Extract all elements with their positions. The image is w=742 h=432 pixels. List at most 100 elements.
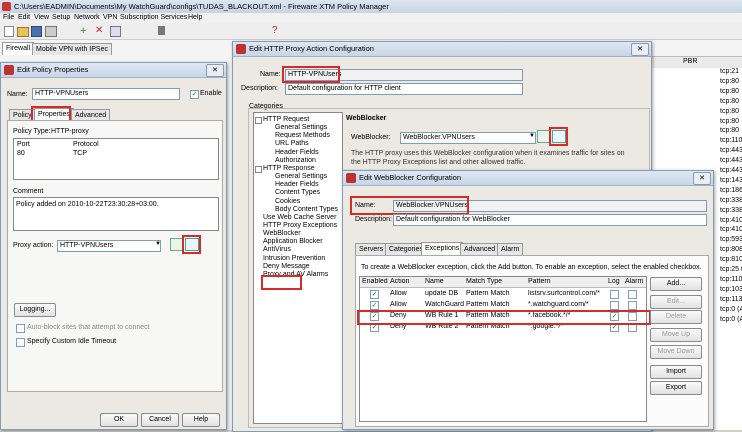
policy-port-item[interactable]: tcp:110 — [720, 137, 742, 144]
policy-port-item[interactable]: tcp:80 — [720, 108, 739, 115]
menu-setup[interactable]: Setup — [52, 14, 70, 21]
tree-item[interactable]: Header Fields — [275, 149, 319, 156]
toolbar-add-icon[interactable]: + — [80, 25, 86, 37]
tree-item[interactable]: Request Methods — [275, 132, 330, 139]
move-down-button[interactable]: Move Down — [650, 345, 702, 359]
menu-view[interactable]: View — [34, 14, 49, 21]
policy-port-item[interactable]: tcp:443 — [720, 157, 742, 164]
tab-firewall[interactable]: Firewall — [2, 42, 35, 55]
policy-port-item[interactable]: tcp:3389 — [720, 207, 742, 214]
policy-port-item[interactable]: tcp:5936 — [720, 236, 742, 243]
comment-field[interactable]: Policy added on 2010-10-22T23:30:28+03:0… — [13, 197, 219, 231]
autoblock-checkbox[interactable] — [16, 324, 25, 333]
menu-network[interactable]: Network — [74, 14, 100, 21]
policy-port-item[interactable]: tcp:1033 — [720, 286, 742, 293]
policy-port-item[interactable]: tcp:8080 — [720, 246, 742, 253]
menu-file[interactable]: File — [3, 14, 14, 21]
policy-port-item[interactable]: tcp:110 — [720, 276, 742, 283]
tree-item[interactable]: Header Fields — [275, 181, 319, 188]
tree-item[interactable]: General Settings — [275, 124, 327, 131]
tab-alarm[interactable]: Alarm — [497, 243, 524, 255]
policy-port-item[interactable]: tcp:25 tcp — [720, 266, 742, 273]
enabled-checkbox[interactable]: ✓ — [370, 301, 379, 310]
policy-port-item[interactable]: tcp:80 — [720, 88, 739, 95]
policy-port-item[interactable]: tcp:1130 ( — [720, 296, 742, 303]
policy-port-item[interactable]: tcp:8100 — [720, 256, 742, 263]
tree-item[interactable]: Use Web Cache Server — [263, 214, 336, 221]
alarm-checkbox[interactable] — [628, 290, 637, 299]
menu-help[interactable]: Help — [188, 14, 202, 21]
policy-port-item[interactable]: tcp:443 — [720, 147, 742, 154]
policy-port-item[interactable]: tcp:1863 — [720, 187, 742, 194]
enable-checkbox[interactable]: ✓ — [190, 90, 199, 99]
add-button[interactable]: Add... — [650, 277, 702, 291]
proxy-desc-field[interactable]: Default configuration for HTTP client — [285, 83, 523, 95]
policy-port-item[interactable]: tcp:1433 — [720, 177, 742, 184]
table-row[interactable]: ✓ Allow WatchGuard Pattern Match *.watchguar… — [360, 300, 646, 310]
policy-port-item[interactable]: tcp:80 — [720, 78, 739, 85]
policy-port-item[interactable]: tcp:0 (An — [720, 306, 742, 313]
tree-item[interactable]: Cookies — [275, 198, 300, 205]
alarm-checkbox[interactable] — [628, 301, 637, 310]
toolbar-delete-icon[interactable]: ✕ — [95, 25, 103, 36]
tree-item[interactable]: HTTP Request — [263, 116, 309, 123]
toolbar-open-icon[interactable] — [17, 27, 29, 37]
toolbar-new-icon[interactable] — [4, 26, 14, 37]
menu-subscription[interactable]: Subscription Services — [120, 14, 187, 21]
table-row[interactable]: ✓ Allow update DB Pattern Match listsrv.surf… — [360, 289, 646, 299]
ok-button[interactable]: OK — [100, 413, 138, 427]
toolbar-print-icon[interactable] — [45, 26, 57, 37]
tree-item[interactable]: Authorization — [275, 157, 316, 164]
log-checkbox[interactable] — [610, 290, 619, 299]
idle-timeout-checkbox[interactable] — [16, 338, 25, 347]
menu-edit[interactable]: Edit — [18, 14, 30, 21]
close-icon[interactable]: ✕ — [206, 64, 224, 77]
policy-port-item[interactable]: tcp:80 — [720, 127, 739, 134]
toolbar-trash-icon[interactable] — [158, 26, 165, 35]
policy-port-item[interactable]: tcp:3389 — [720, 197, 742, 204]
move-up-button[interactable]: Move Up — [650, 328, 702, 342]
policy-port-item[interactable]: tcp:4100 — [720, 217, 742, 224]
wb-desc-field[interactable]: Default configuration for WebBlocker — [393, 214, 707, 226]
policy-port-item[interactable]: tcp:80 — [720, 118, 739, 125]
tab-servers[interactable]: Servers — [355, 243, 388, 255]
tree-item[interactable]: Body Content Types — [275, 206, 338, 213]
webblocker-select[interactable]: WebBlocker.VPNUsers — [400, 132, 536, 144]
policy-name-field[interactable]: HTTP-VPNUsers — [32, 88, 180, 100]
delete-button[interactable]: Delete — [650, 310, 702, 324]
tab-advanced[interactable]: Advanced — [460, 243, 500, 255]
toolbar-help-icon[interactable]: ? — [272, 25, 278, 36]
log-checkbox[interactable] — [610, 301, 619, 310]
tree-item[interactable]: Intrusion Prevention — [263, 255, 325, 262]
chevron-down-icon[interactable]: ▼ — [529, 133, 535, 139]
tree-item[interactable]: AntiVirus — [263, 246, 291, 253]
export-button[interactable]: Export — [650, 381, 702, 395]
tree-item[interactable]: Application Blocker — [263, 238, 323, 245]
tree-item[interactable]: WebBlocker — [263, 230, 301, 237]
import-button[interactable]: Import — [650, 365, 702, 379]
tree-item[interactable]: HTTP Response — [263, 165, 315, 172]
enabled-checkbox[interactable]: ✓ — [370, 290, 379, 299]
edit-button[interactable]: Edit... — [650, 295, 702, 309]
tab-mobile-vpn[interactable]: Mobile VPN with IPSec — [32, 43, 112, 55]
policy-port-item[interactable]: tcp:21 — [720, 68, 739, 75]
policy-port-item[interactable]: tcp:80 — [720, 98, 739, 105]
cancel-button[interactable]: Cancel — [141, 413, 179, 427]
policy-port-item[interactable]: tcp:443 — [720, 167, 742, 174]
toolbar-save-icon[interactable] — [31, 26, 42, 37]
tree-item[interactable]: Content Types — [275, 189, 320, 196]
menu-vpn[interactable]: VPN — [103, 14, 117, 21]
help-button[interactable]: Help — [182, 413, 220, 427]
tree-item[interactable]: General Settings — [275, 173, 327, 180]
proxy-action-select[interactable]: HTTP-VPNUsers — [57, 240, 161, 252]
tree-item[interactable]: HTTP Proxy Exceptions — [263, 222, 337, 229]
tree-item[interactable]: URL Paths — [275, 140, 309, 147]
close-icon[interactable]: ✕ — [631, 43, 649, 56]
tree-item[interactable]: Deny Message — [263, 263, 310, 270]
policy-port-item[interactable]: tcp:4105 — [720, 226, 742, 233]
toolbar-edit-icon[interactable] — [110, 26, 121, 37]
close-icon[interactable]: ✕ — [693, 172, 711, 185]
policy-port-item[interactable]: tcp:0 (Ar — [720, 316, 742, 323]
logging-button[interactable]: Logging... — [14, 303, 56, 317]
chevron-down-icon[interactable]: ▼ — [155, 241, 161, 247]
